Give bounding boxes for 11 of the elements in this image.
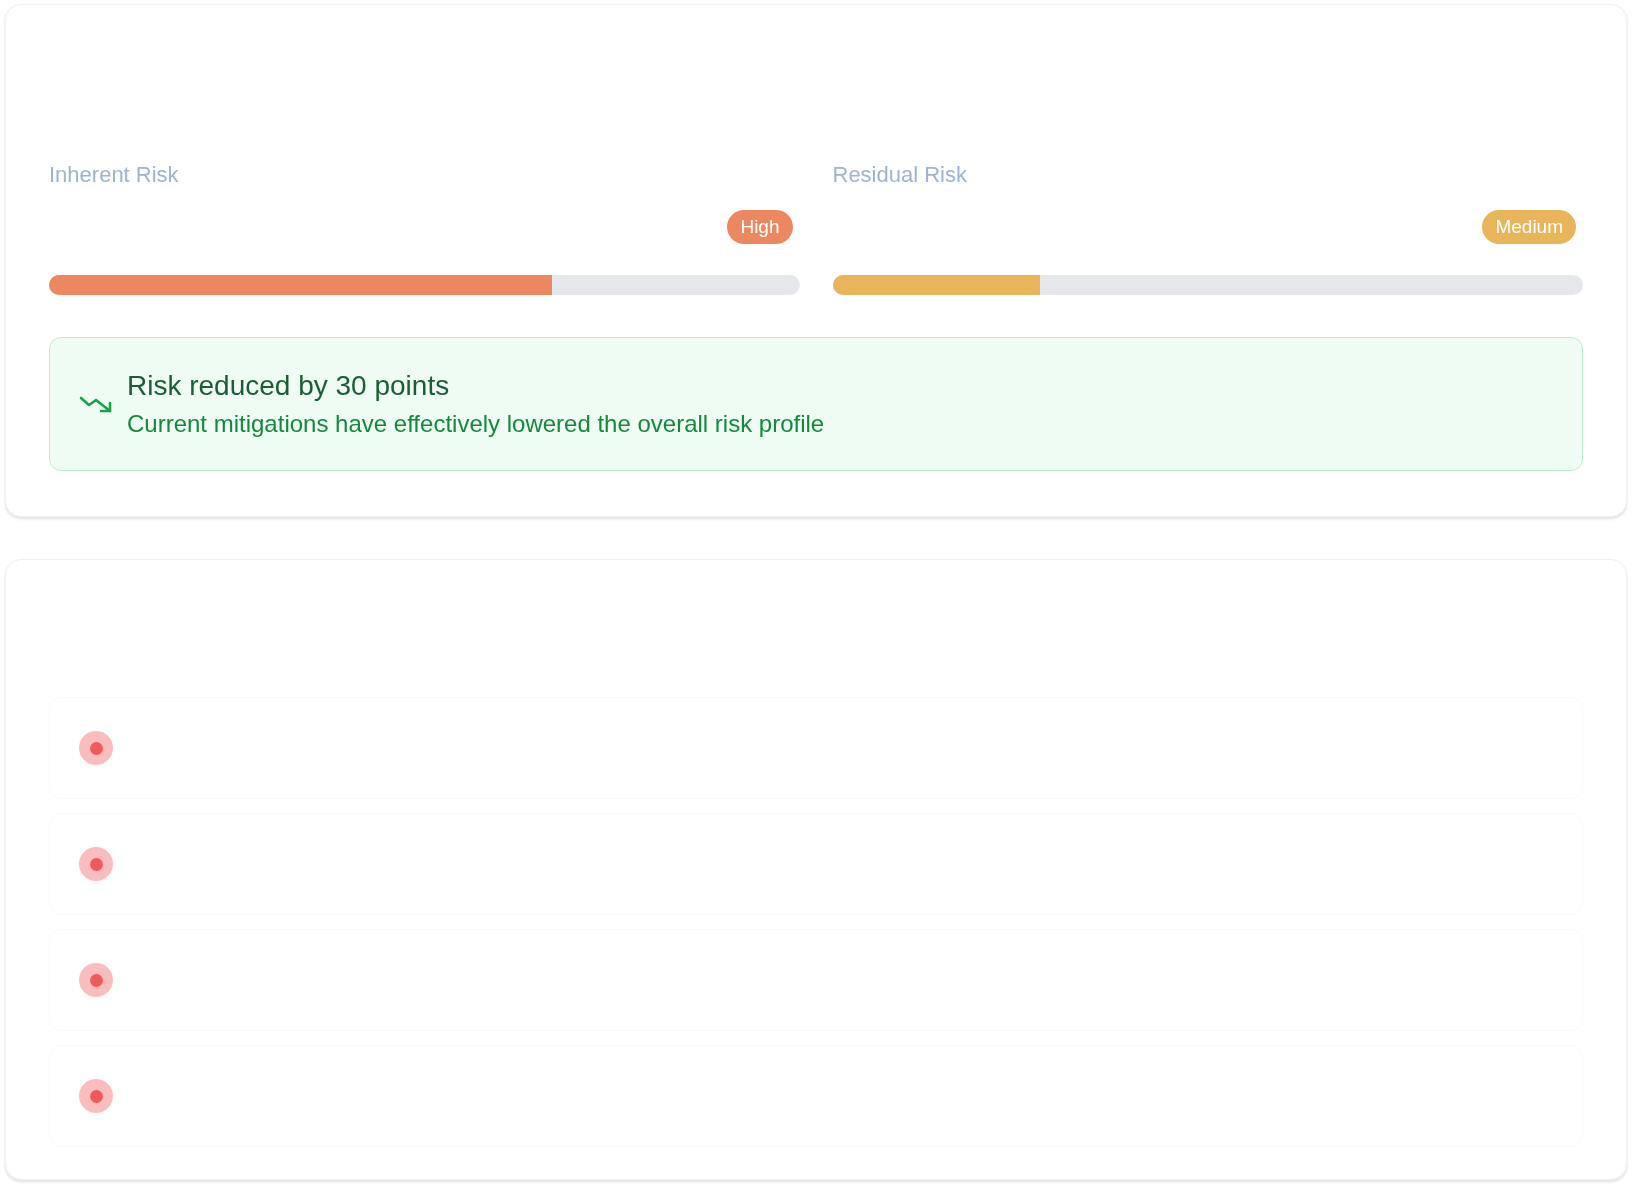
status-dot: [79, 1079, 113, 1113]
status-dot: [79, 731, 113, 765]
status-dot: [79, 963, 113, 997]
meter-label: Residual Risk: [832, 162, 967, 188]
meter-label: Inherent Risk: [49, 162, 179, 188]
status-dot: [79, 847, 113, 881]
risk-level-badge: High: [727, 210, 793, 244]
trend-down-icon: [79, 394, 113, 414]
risk-level-badge: Medium: [1482, 210, 1576, 244]
summary-title: Risk reduced by 30 points: [127, 370, 451, 402]
summary-description: Current mitigations have effectively lowered the overall risk profile: [127, 410, 825, 438]
